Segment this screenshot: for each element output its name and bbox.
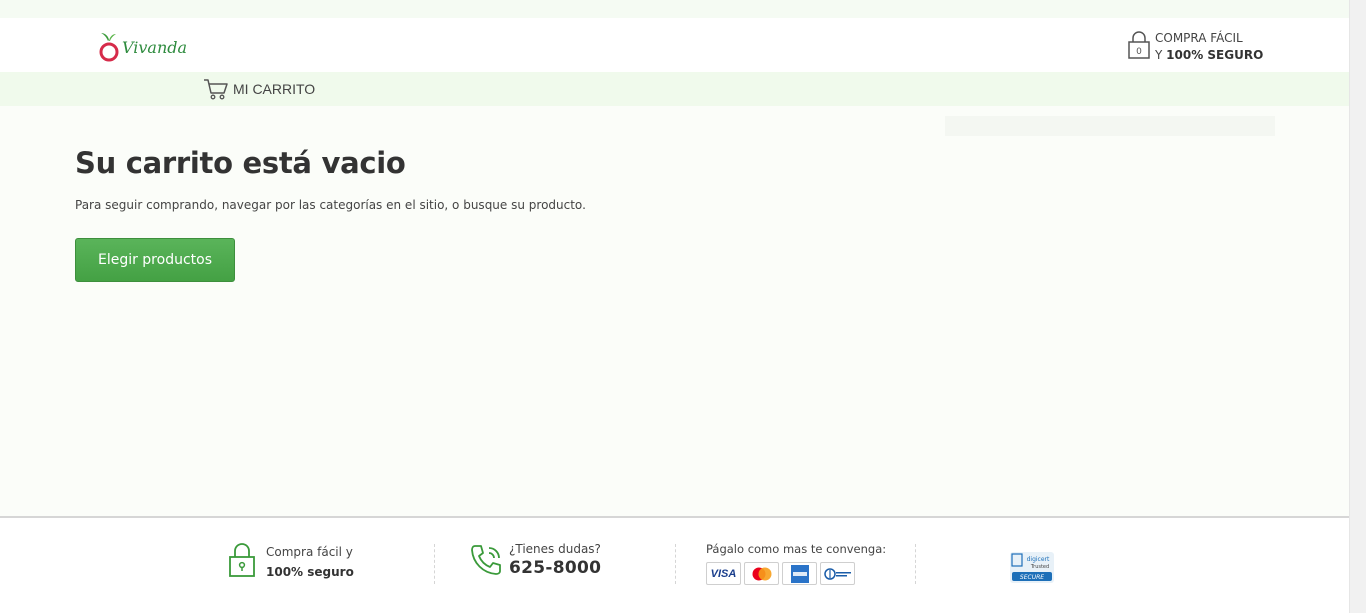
payment-cards: VISA [706,562,858,585]
page-scrollbar[interactable] [1349,0,1366,613]
digicert-secure-icon: digicert Trusted SECURE [1010,552,1054,583]
footer-doubts-label: ¿Tienes dudas? [509,542,601,556]
digicert-line-3: SECURE [1020,574,1044,581]
visa-card: VISA [706,562,741,585]
amex-card [782,562,817,585]
diners-card [820,562,855,585]
footer-payments: Págalo como mas te convenga: VISA [706,542,886,585]
shopping-cart-icon [204,79,228,100]
digicert-line-2: Trusted [1030,564,1049,570]
page-subtitle: Para seguir comprando, navegar por las c… [75,198,586,212]
footer-secure-line-2: 100% seguro [266,565,354,579]
digicert-seal[interactable]: digicert Trusted SECURE [1010,552,1054,583]
sidebar-strip [945,116,1275,136]
footer-contact: ¿Tienes dudas? 625-8000 [469,542,601,578]
mastercard-card [744,562,779,585]
mi-carrito-label: MI CARRITO [233,81,316,97]
footer-divider [915,544,916,584]
secure-line-2-bold: 100% SEGURO [1166,48,1264,62]
visa-card-label: VISA [710,567,737,580]
footer-payment-label: Págalo como mas te convenga: [706,542,887,556]
footer-secure: Compra fácil y 100% seguro [228,542,354,582]
secure-line-2-prefix: Y [1155,48,1167,62]
logo[interactable]: Vivanda [98,30,187,64]
logo-text: Vivanda [122,37,188,57]
elegir-productos-button[interactable]: Elegir productos [75,238,235,282]
phone-icon [471,545,501,575]
vivanda-logo-icon [99,33,119,62]
mi-carrito-link[interactable]: MI CARRITO [203,78,315,100]
svg-text:0: 0 [1136,47,1142,57]
lock-icon: 0 [1128,31,1150,59]
amex-icon [790,564,809,583]
diners-club-icon [823,567,851,580]
secure-line-1: COMPRA FÁCIL [1155,31,1243,45]
page-title: Su carrito está vacio [75,146,406,180]
mastercard-icon [752,567,771,580]
footer-secure-line-1: Compra fácil y [266,545,353,559]
digicert-line-1: digicert [1027,556,1050,563]
footer-phone[interactable]: 625-8000 [509,558,601,578]
secure-purchase-badge: 0 COMPRA FÁCIL Y 100% SEGURO [1127,30,1263,64]
footer: Compra fácil y 100% seguro ¿Tienes dudas… [0,516,1349,613]
cart-bar: MI CARRITO [0,72,1349,106]
lock-icon [229,543,255,577]
footer-divider [675,544,676,584]
header: Vivanda 0 COMPRA FÁCIL Y 100% SEGURO [0,18,1349,72]
top-band [0,0,1349,18]
footer-divider [434,544,435,584]
